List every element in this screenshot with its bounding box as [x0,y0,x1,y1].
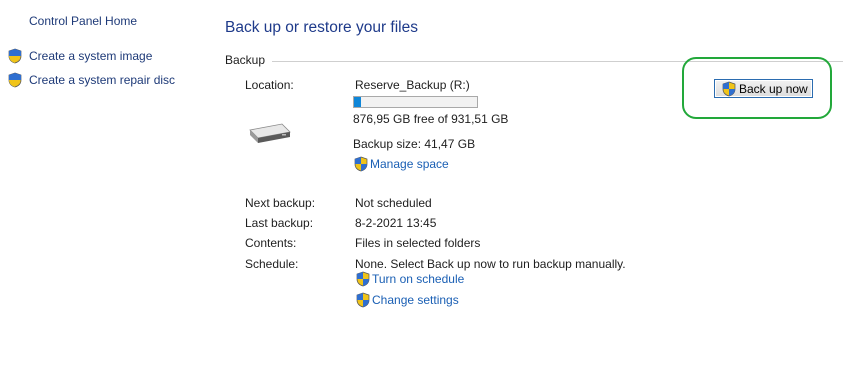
control-panel-home-link[interactable]: Control Panel Home [29,14,137,28]
page-title: Back up or restore your files [225,19,418,36]
create-system-image-label: Create a system image [29,49,153,63]
turn-on-schedule-link[interactable]: Turn on schedule [355,271,464,287]
back-up-now-button[interactable]: Back up now [714,79,813,98]
create-repair-disc-label: Create a system repair disc [29,73,176,87]
section-label-backup: Backup [225,53,266,67]
uac-shield-icon [8,72,22,88]
create-system-image-link[interactable]: Create a system image [7,48,152,64]
create-repair-disc-link[interactable]: Create a system repair disc [7,72,175,88]
location-value: Reserve_Backup (R:) [355,78,470,92]
turn-on-schedule-label: Turn on schedule [372,272,465,286]
uac-shield-icon [354,156,368,172]
contents-value: Files in selected folders [355,236,481,250]
uac-shield-icon [8,48,22,64]
change-settings-link[interactable]: Change settings [355,292,459,308]
contents-label: Contents: [245,236,297,250]
schedule-value: None. Select Back up now to run backup m… [355,257,626,271]
change-settings-label: Change settings [372,293,459,307]
location-label: Location: [245,78,294,92]
backup-size-text: Backup size: 41,47 GB [353,137,476,151]
next-backup-label: Next backup: [245,196,316,210]
back-up-now-label: Back up now [739,81,808,96]
uac-shield-icon [356,271,370,287]
next-backup-value: Not scheduled [355,196,432,210]
uac-shield-icon [356,292,370,308]
drive-usage-bar [353,96,478,108]
last-backup-value: 8-2-2021 13:45 [355,216,437,230]
manage-space-label: Manage space [370,157,449,171]
schedule-label: Schedule: [245,257,299,271]
free-space-text: 876,95 GB free of 931,51 GB [353,112,509,126]
manage-space-link[interactable]: Manage space [353,156,449,172]
drive-usage-fill [354,97,362,107]
last-backup-label: Last backup: [245,216,314,230]
hard-drive-icon [249,123,291,143]
uac-shield-icon [722,81,736,96]
